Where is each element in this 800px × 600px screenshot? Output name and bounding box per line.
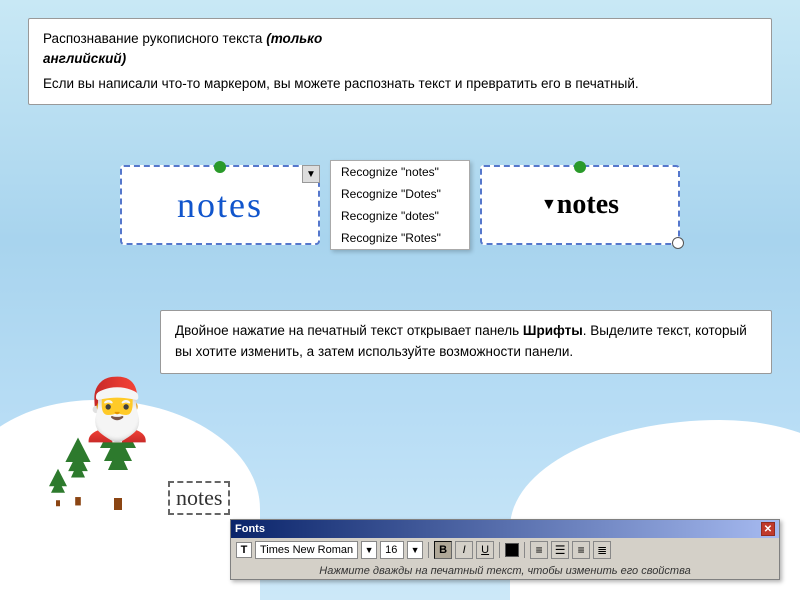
context-menu-item-2[interactable]: Recognize "Dotes" bbox=[331, 183, 469, 205]
resize-handle[interactable] bbox=[672, 237, 684, 249]
context-menu-item-1[interactable]: Recognize "notes" bbox=[331, 161, 469, 183]
align-right-button[interactable] bbox=[572, 541, 590, 559]
bottom-info-text: Двойное нажатие на печатный текст открыв… bbox=[175, 323, 747, 359]
align-center-button[interactable] bbox=[551, 541, 569, 559]
notes-label-area: notes bbox=[168, 481, 230, 515]
bold-button[interactable]: B bbox=[434, 541, 452, 559]
color-picker[interactable] bbox=[505, 543, 519, 557]
toolbar-caption: Нажмите дважды на печатный текст, чтобы … bbox=[231, 562, 779, 579]
fonts-toolbar: Fonts ✕ T Times New Roman ▼ 16 ▼ B I U Н… bbox=[230, 519, 780, 580]
close-button[interactable]: ✕ bbox=[761, 522, 775, 536]
notes-box-small: notes bbox=[168, 481, 230, 515]
separator-1 bbox=[428, 542, 429, 558]
santa-sleigh: 🎅 bbox=[80, 374, 155, 445]
tree-3 bbox=[49, 469, 67, 507]
handwriting-dropdown[interactable]: ▼ bbox=[302, 165, 320, 183]
tree-1 bbox=[65, 438, 90, 506]
handwritten-text: notes bbox=[177, 184, 263, 226]
recognized-text: notes bbox=[557, 189, 619, 221]
green-dot-right bbox=[574, 161, 586, 173]
bottom-info-box: Двойное нажатие на печатный текст открыв… bbox=[160, 310, 772, 374]
fonts-toolbar-titlebar: Fonts ✕ bbox=[231, 520, 779, 538]
font-size-field[interactable]: 16 bbox=[380, 541, 404, 559]
notes-small-text: notes bbox=[176, 485, 222, 510]
list-button[interactable] bbox=[593, 541, 611, 559]
font-name-dropdown[interactable]: ▼ bbox=[361, 541, 377, 559]
handwritten-box: notes ▼ bbox=[120, 165, 320, 245]
top-info-line2: Если вы написали что-то маркером, вы мож… bbox=[43, 74, 757, 94]
align-left-button[interactable] bbox=[530, 541, 548, 559]
top-info-box: Распознавание рукописного текста (только… bbox=[28, 18, 772, 105]
fonts-toolbar-title: Fonts bbox=[235, 523, 265, 535]
green-dot-left bbox=[214, 161, 226, 173]
align-right-icon bbox=[578, 543, 585, 557]
demo-area: notes ▼ Recognize "notes" Recognize "Dot… bbox=[120, 160, 760, 250]
separator-2 bbox=[499, 542, 500, 558]
context-menu-item-4[interactable]: Recognize "Rotes" bbox=[331, 227, 469, 249]
separator-3 bbox=[524, 542, 525, 558]
context-menu-item-3[interactable]: Recognize "dotes" bbox=[331, 205, 469, 227]
fonts-toolbar-body: T Times New Roman ▼ 16 ▼ B I U bbox=[231, 538, 779, 562]
align-left-icon bbox=[536, 543, 543, 557]
italic-button[interactable]: I bbox=[455, 541, 473, 559]
font-type-icon: T bbox=[236, 542, 252, 558]
list-icon bbox=[597, 543, 607, 557]
recognized-box: ▼ notes bbox=[480, 165, 680, 245]
align-center-icon bbox=[555, 543, 566, 557]
font-size-dropdown[interactable]: ▼ bbox=[407, 541, 423, 559]
context-menu: Recognize "notes" Recognize "Dotes" Reco… bbox=[330, 160, 470, 250]
font-name-field[interactable]: Times New Roman bbox=[255, 541, 358, 559]
underline-button[interactable]: U bbox=[476, 541, 494, 559]
top-info-line1: Распознавание рукописного текста (только… bbox=[43, 29, 757, 70]
recognized-dropdown[interactable]: ▼ bbox=[541, 196, 557, 214]
